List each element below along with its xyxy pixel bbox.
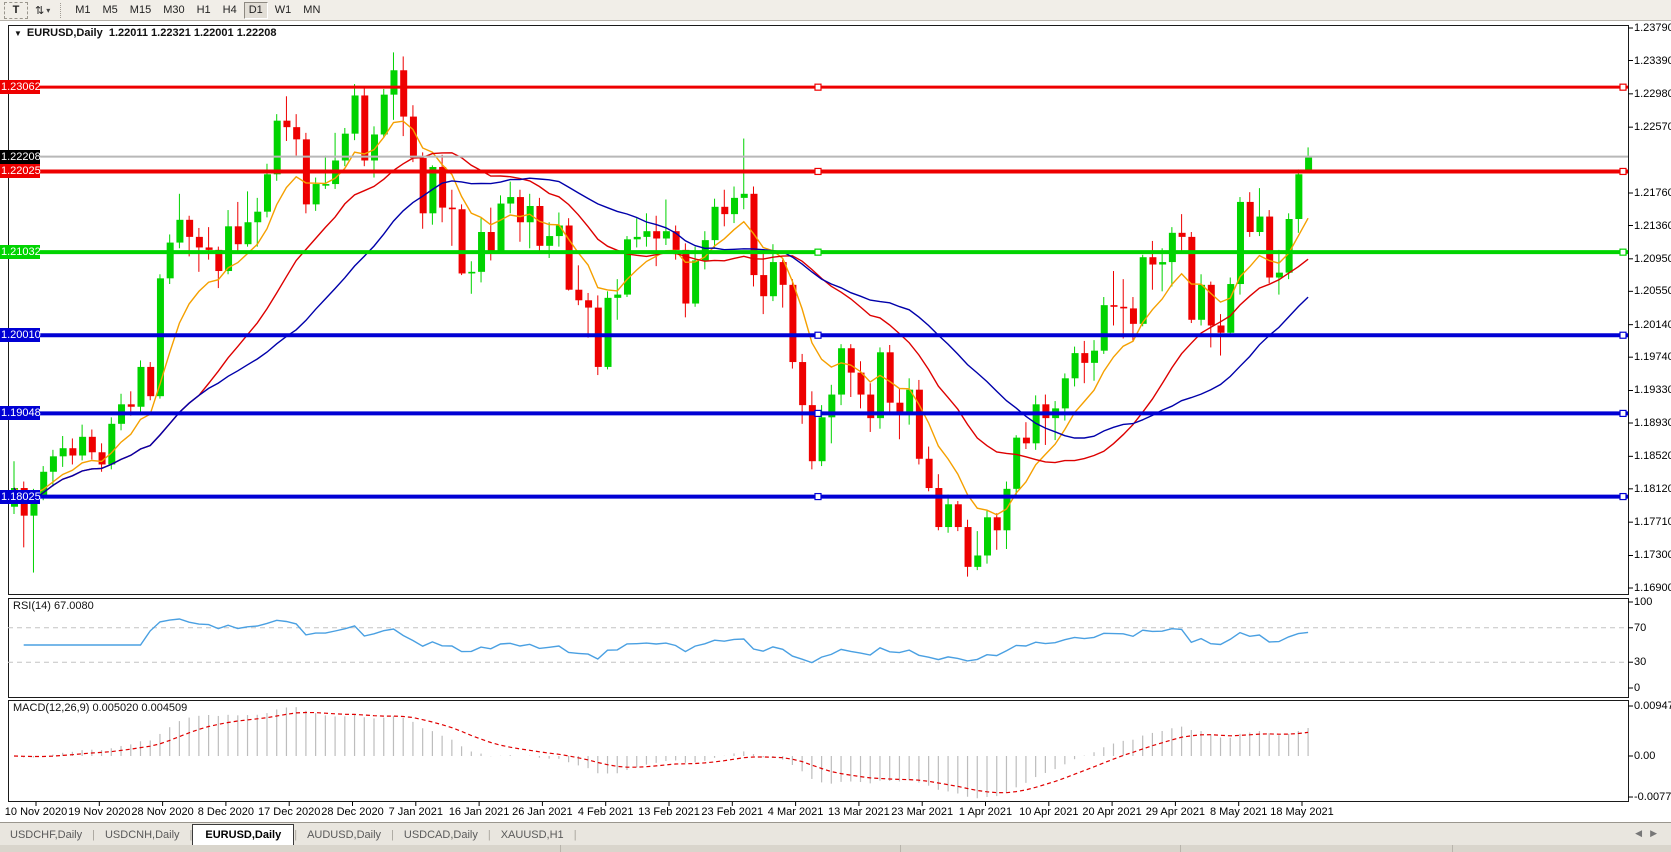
timeframe-button-m1[interactable]: M1 xyxy=(70,2,95,19)
price-axis-label: 1.18520 xyxy=(1634,450,1671,462)
date-axis-label: 1 Apr 2021 xyxy=(959,806,1012,818)
price-axis-label: 1.23790 xyxy=(1634,22,1671,34)
rsi-axis-label: 100 xyxy=(1634,596,1652,608)
timeframe-button-d1[interactable]: D1 xyxy=(244,2,268,19)
timeframe-button-m15[interactable]: M15 xyxy=(125,2,156,19)
price-axis-label: 1.20950 xyxy=(1634,253,1671,265)
tab-eurusd[interactable]: EURUSD,Daily xyxy=(192,824,294,845)
price-axis-label: 1.21760 xyxy=(1634,187,1671,199)
rsi-axis-label: 30 xyxy=(1634,656,1646,668)
tab-usdchf[interactable]: USDCHF,Daily xyxy=(0,825,92,845)
macd-axis-label: 0.00 xyxy=(1634,750,1655,762)
price-chart-panel[interactable] xyxy=(8,25,1629,595)
tab-audusd[interactable]: AUDUSD,Daily xyxy=(297,825,391,845)
pointer-tool-button[interactable]: T xyxy=(4,2,28,19)
price-line-badge: 1.19048 xyxy=(0,406,40,420)
date-axis-label: 8 Dec 2020 xyxy=(198,806,254,818)
price-line-badge: 1.18025 xyxy=(0,490,40,504)
date-axis-label: 28 Nov 2020 xyxy=(131,806,193,818)
rsi-indicator-panel[interactable] xyxy=(8,598,1629,698)
timeframe-button-w1[interactable]: W1 xyxy=(270,2,297,19)
collapse-triangle-icon[interactable]: ▼ xyxy=(14,29,22,38)
chart-symbol-label: EURUSD,Daily xyxy=(27,27,103,39)
price-axis-label: 1.22570 xyxy=(1634,121,1671,133)
timeframe-button-h4[interactable]: H4 xyxy=(218,2,242,19)
date-axis-label: 28 Dec 2020 xyxy=(321,806,383,818)
macd-indicator-panel[interactable] xyxy=(8,700,1629,802)
statusbar-divider xyxy=(1452,845,1453,852)
current-price-badge: 1.22208 xyxy=(0,150,40,164)
tab-scroll-left-icon[interactable]: ◀ xyxy=(1635,828,1650,838)
date-axis-label: 4 Mar 2021 xyxy=(768,806,824,818)
timeframe-button-m5[interactable]: M5 xyxy=(98,2,123,19)
tab-scroll-right-icon[interactable]: ▶ xyxy=(1650,828,1665,838)
macd-axis-label: 0.009478 xyxy=(1634,700,1671,712)
status-bar xyxy=(0,845,1671,852)
toolbar-separator xyxy=(60,3,65,18)
rsi-label: RSI(14) 67.0080 xyxy=(13,600,94,612)
price-line-badge: 1.23062 xyxy=(0,80,40,94)
price-axis-label: 1.22980 xyxy=(1634,88,1671,100)
price-axis-label: 1.18120 xyxy=(1634,483,1671,495)
date-axis-label: 18 May 2021 xyxy=(1270,806,1334,818)
date-axis-label: 23 Feb 2021 xyxy=(701,806,763,818)
price-axis-label: 1.18930 xyxy=(1634,417,1671,429)
timeframe-button-mn[interactable]: MN xyxy=(298,2,325,19)
tab-xauusd[interactable]: XAUUSD,H1 xyxy=(491,825,574,845)
macd-axis-label: -0.007778 xyxy=(1634,791,1671,803)
chevron-down-icon: ▾ xyxy=(46,6,50,15)
statusbar-divider xyxy=(900,845,901,852)
price-line-badge: 1.22025 xyxy=(0,164,40,178)
price-axis-label: 1.23390 xyxy=(1634,55,1671,67)
timeframe-button-m30[interactable]: M30 xyxy=(158,2,189,19)
date-axis-label: 17 Dec 2020 xyxy=(258,806,320,818)
statusbar-divider xyxy=(1180,845,1181,852)
date-axis-label: 10 Apr 2021 xyxy=(1019,806,1078,818)
chart-title: ▼ EURUSD,Daily 1.22011 1.22321 1.22001 1.… xyxy=(14,27,276,39)
toolbar: T ⇅ ▾ M1M5M15M30H1H4D1W1MN xyxy=(0,0,1671,21)
price-axis-label: 1.16900 xyxy=(1634,582,1671,594)
date-axis-label: 19 Nov 2020 xyxy=(68,806,130,818)
price-axis-label: 1.20140 xyxy=(1634,319,1671,331)
rsi-axis-label: 0 xyxy=(1634,682,1640,694)
trading-platform-window: T ⇅ ▾ M1M5M15M30H1H4D1W1MN ▼ EURUSD,Daily… xyxy=(0,0,1671,852)
arrange-icon: ⇅ xyxy=(35,4,44,17)
tab-usdcad[interactable]: USDCAD,Daily xyxy=(394,825,488,845)
tab-usdcnh[interactable]: USDCNH,Daily xyxy=(95,825,190,845)
statusbar-divider xyxy=(560,845,561,852)
date-axis-label: 23 Mar 2021 xyxy=(891,806,953,818)
tab-separator: | xyxy=(574,825,577,845)
price-axis-label: 1.21360 xyxy=(1634,220,1671,232)
date-axis-label: 10 Nov 2020 xyxy=(5,806,67,818)
chart-ohlc-values: 1.22011 1.22321 1.22001 1.22208 xyxy=(109,27,277,39)
timeframe-buttons: M1M5M15M30H1H4D1W1MN xyxy=(69,2,326,19)
rsi-axis-label: 70 xyxy=(1634,622,1646,634)
date-axis-label: 4 Feb 2021 xyxy=(578,806,634,818)
price-axis-label: 1.19330 xyxy=(1634,384,1671,396)
chart-tab-bar: USDCHF,Daily|USDCNH,Daily|EURUSD,Daily|A… xyxy=(0,822,1671,845)
arrange-windows-button[interactable]: ⇅ ▾ xyxy=(30,2,55,19)
price-axis-label: 1.17710 xyxy=(1634,516,1671,528)
date-axis-label: 13 Mar 2021 xyxy=(828,806,890,818)
date-axis-label: 8 May 2021 xyxy=(1210,806,1267,818)
date-axis-label: 29 Apr 2021 xyxy=(1146,806,1205,818)
tab-scroll-arrows: ◀▶ xyxy=(1635,828,1665,839)
timeframe-button-h1[interactable]: H1 xyxy=(192,2,216,19)
date-axis-label: 7 Jan 2021 xyxy=(389,806,443,818)
price-line-badge: 1.21032 xyxy=(0,245,40,259)
date-axis-label: 13 Feb 2021 xyxy=(638,806,700,818)
macd-label: MACD(12,26,9) 0.005020 0.004509 xyxy=(13,702,187,714)
date-axis-label: 26 Jan 2021 xyxy=(512,806,573,818)
price-axis-label: 1.20550 xyxy=(1634,285,1671,297)
date-axis-label: 16 Jan 2021 xyxy=(449,806,510,818)
price-line-badge: 1.20010 xyxy=(0,328,40,342)
date-axis-label: 20 Apr 2021 xyxy=(1082,806,1141,818)
price-axis-label: 1.17300 xyxy=(1634,549,1671,561)
price-axis-label: 1.19740 xyxy=(1634,351,1671,363)
